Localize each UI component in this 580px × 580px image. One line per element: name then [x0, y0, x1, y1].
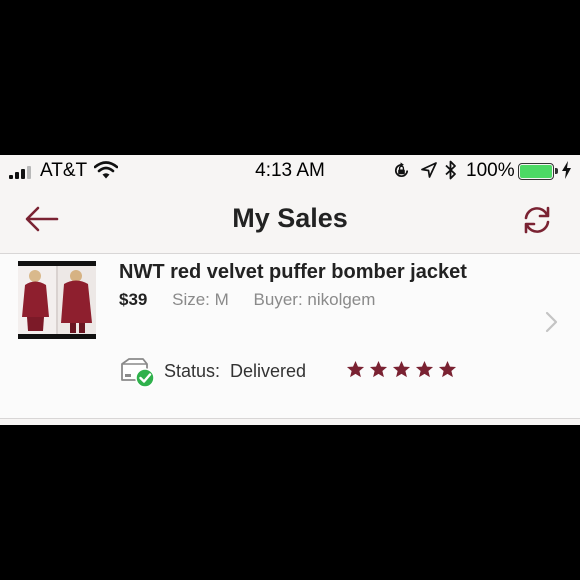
item-meta: $39 Size: M Buyer: nikolgem: [119, 290, 375, 310]
chevron-right-icon: [543, 310, 559, 339]
item-title: NWT red velvet puffer bomber jacket: [119, 261, 467, 283]
location-icon: [421, 162, 437, 183]
item-size: Size: M: [172, 290, 229, 309]
item-price: $39: [119, 290, 148, 309]
product-thumbnail: [18, 261, 96, 339]
item-buyer: Buyer: nikolgem: [253, 290, 376, 309]
ios-status-bar: AT&T 4:13 AM 100%: [0, 155, 580, 187]
bluetooth-icon: [444, 160, 458, 185]
battery-percent: 100%: [466, 160, 515, 181]
page-title: My Sales: [232, 203, 348, 233]
star-icon: [369, 360, 388, 378]
charging-bolt-icon: [562, 161, 571, 184]
sale-list-item[interactable]: NWT red velvet puffer bomber jacket $39 …: [0, 254, 580, 419]
star-icon: [346, 360, 365, 378]
app-screen: AT&T 4:13 AM 100% My Sales NWT red velve…: [0, 155, 580, 425]
refresh-button[interactable]: [520, 203, 554, 237]
refresh-icon: [520, 206, 554, 241]
navigation-bar: My Sales: [0, 187, 580, 254]
star-icon: [415, 360, 434, 378]
battery-fill: [520, 165, 552, 178]
rotation-lock-icon: [392, 161, 411, 185]
status-label: Status:: [164, 361, 221, 381]
star-icon: [438, 360, 457, 378]
rating-stars: [346, 360, 457, 379]
package-delivered-icon: [119, 356, 157, 393]
status-value: Delivered: [230, 361, 307, 381]
battery-icon: [518, 163, 558, 180]
star-icon: [392, 360, 411, 378]
